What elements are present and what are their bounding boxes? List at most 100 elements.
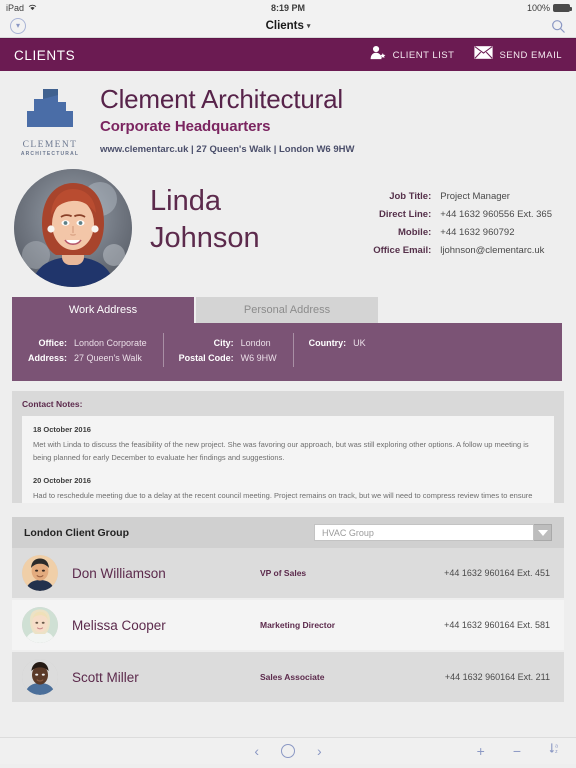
member-photo-avatar xyxy=(22,555,58,591)
logo-word-secondary: ARCHITECTURAL xyxy=(20,151,80,157)
appbar-actions: CLIENT LIST SEND EMAIL xyxy=(370,45,562,65)
company-text-block: Clement Architectural Corporate Headquar… xyxy=(86,83,354,155)
note-body: Met with Linda to discuss the feasibilit… xyxy=(33,440,529,462)
minus-icon[interactable]: − xyxy=(513,744,521,758)
office-value: London Corporate xyxy=(74,337,147,348)
table-row: Office Email: ljohnson@clementarc.uk xyxy=(373,241,552,259)
contact-notes-box[interactable]: 18 October 2016 Met with Linda to discus… xyxy=(22,416,554,503)
envelope-icon xyxy=(474,46,494,64)
client-list-label: CLIENT LIST xyxy=(392,49,455,61)
company-contact-line: www.clementarc.uk | 27 Queen's Walk | Lo… xyxy=(100,144,355,156)
avatar[interactable] xyxy=(14,169,132,287)
note-date: 18 October 2016 xyxy=(33,425,91,434)
client-group-title: London Client Group xyxy=(24,526,129,539)
table-row: Mobile: +44 1632 960792 xyxy=(373,223,552,241)
record-actions: + − a z xyxy=(477,742,562,760)
plus-icon[interactable]: + xyxy=(477,744,485,758)
avatar-wrapper xyxy=(14,169,132,287)
chevron-right-icon[interactable]: › xyxy=(317,744,322,758)
job-title-label: Job Title: xyxy=(389,190,432,202)
contact-notes-label: Contact Notes: xyxy=(22,399,83,409)
table-row: Direct Line: +44 1632 960556 Ext. 365 xyxy=(373,205,552,223)
status-bar-right: 100% xyxy=(526,2,572,13)
company-header: CLEMENT ARCHITECTURAL Clement Architectu… xyxy=(0,71,576,163)
table-row: Office: London Corporate xyxy=(28,335,147,350)
client-list-button[interactable]: CLIENT LIST xyxy=(370,45,455,65)
city-label: City: xyxy=(213,337,234,348)
send-email-label: SEND EMAIL xyxy=(499,49,562,61)
client-list-person-icon xyxy=(370,45,387,65)
company-subtitle: Corporate Headquarters xyxy=(100,118,271,136)
postal-code-value: W6 9HW xyxy=(240,352,277,363)
client-group-header: London Client Group HVAC Group xyxy=(12,517,564,548)
contact-first-name: Linda xyxy=(150,185,221,217)
office-email-value[interactable]: ljohnson@clementarc.uk xyxy=(440,241,552,259)
list-item[interactable]: Melissa Cooper Marketing Director +44 16… xyxy=(12,600,564,650)
direct-line-label: Direct Line: xyxy=(379,208,432,220)
office-email-label: Office Email: xyxy=(373,244,432,256)
logo-word-primary: CLEMENT xyxy=(22,140,78,150)
member-phone[interactable]: +44 1632 960164 Ext. 581 xyxy=(444,620,550,630)
member-photo-avatar xyxy=(22,659,58,695)
member-name: Melissa Cooper xyxy=(72,617,166,633)
tab-work-address[interactable]: Work Address xyxy=(12,297,194,323)
group-select-value[interactable]: HVAC Group xyxy=(314,524,534,541)
member-role: Sales Associate xyxy=(260,672,325,682)
page-title: CLIENTS xyxy=(14,47,76,63)
svg-text:z: z xyxy=(555,749,558,755)
member-phone[interactable]: +44 1632 960164 Ext. 211 xyxy=(445,672,550,682)
contact-last-name: Johnson xyxy=(150,222,260,255)
contact-name: Linda Johnson xyxy=(132,169,373,257)
city-value: London xyxy=(240,337,271,348)
list-item[interactable]: Scott Miller Sales Associate +44 1632 96… xyxy=(12,652,564,702)
send-email-button[interactable]: SEND EMAIL xyxy=(474,46,562,64)
table-row: Country: UK xyxy=(309,335,366,350)
address-column-office: Office: London Corporate Address: 27 Que… xyxy=(12,335,163,365)
member-role: VP of Sales xyxy=(260,568,307,578)
member-role: Marketing Director xyxy=(260,620,336,630)
bottom-toolbar: ‹ › + − a z xyxy=(0,737,576,764)
address-label: Address: xyxy=(28,352,68,363)
client-group-section: London Client Group HVAC Group Don Willi… xyxy=(12,517,564,702)
circle-icon[interactable] xyxy=(281,744,295,758)
note-body: Had to reschedule meeting due to a delay… xyxy=(33,490,533,500)
work-address-panel: Office: London Corporate Address: 27 Que… xyxy=(12,323,562,381)
direct-line-value[interactable]: +44 1632 960556 Ext. 365 xyxy=(440,205,552,223)
table-row: Postal Code: W6 9HW xyxy=(179,350,277,365)
company-logo: CLEMENT ARCHITECTURAL xyxy=(14,83,86,157)
battery-percent-label: 100% xyxy=(526,2,550,13)
chrome-page-title[interactable]: Clients ▾ xyxy=(0,20,576,32)
address-tabs: Work Address Personal Address xyxy=(0,297,576,323)
contact-notes-section: Contact Notes: 18 October 2016 Met with … xyxy=(12,391,564,503)
mobile-label: Mobile: xyxy=(398,226,432,238)
search-icon[interactable] xyxy=(551,19,566,39)
primary-contact-block: Linda Johnson Job Title: Project Manager… xyxy=(0,163,576,297)
chrome-title-label: Clients xyxy=(265,20,304,32)
member-name: Scott Miller xyxy=(72,669,139,685)
country-value: UK xyxy=(353,337,366,348)
tab-personal-address[interactable]: Personal Address xyxy=(196,297,378,323)
group-select[interactable]: HVAC Group xyxy=(314,524,552,541)
table-row: Address: 27 Queen's Walk xyxy=(28,350,147,365)
building-logo-icon xyxy=(21,89,79,137)
app-chrome-bar: ▾ Clients ▾ xyxy=(0,15,576,38)
record-navigation: ‹ › xyxy=(254,744,322,758)
battery-icon xyxy=(553,3,572,12)
member-name: Don Williamson xyxy=(72,565,166,581)
postal-code-label: Postal Code: xyxy=(178,352,234,363)
member-phone[interactable]: +44 1632 960164 Ext. 451 xyxy=(444,568,550,578)
ios-status-bar: iPad 8:19 PM 100% xyxy=(0,0,576,15)
sort-icon[interactable]: a z xyxy=(549,742,562,760)
table-row: City: London xyxy=(179,335,277,350)
chevron-left-icon[interactable]: ‹ xyxy=(254,744,259,758)
address-column-city: City: London Postal Code: W6 9HW xyxy=(162,333,293,367)
mobile-value[interactable]: +44 1632 960792 xyxy=(440,223,552,241)
status-bar-clock: 8:19 PM xyxy=(270,2,305,13)
list-item[interactable]: Don Williamson VP of Sales +44 1632 9601… xyxy=(12,548,564,598)
company-name: Clement Architectural xyxy=(100,84,343,114)
chevron-down-icon[interactable] xyxy=(534,524,552,541)
member-photo-avatar xyxy=(22,607,58,643)
table-row: Job Title: Project Manager xyxy=(373,187,552,205)
job-title-value: Project Manager xyxy=(440,190,510,202)
address-value: 27 Queen's Walk xyxy=(74,352,142,363)
